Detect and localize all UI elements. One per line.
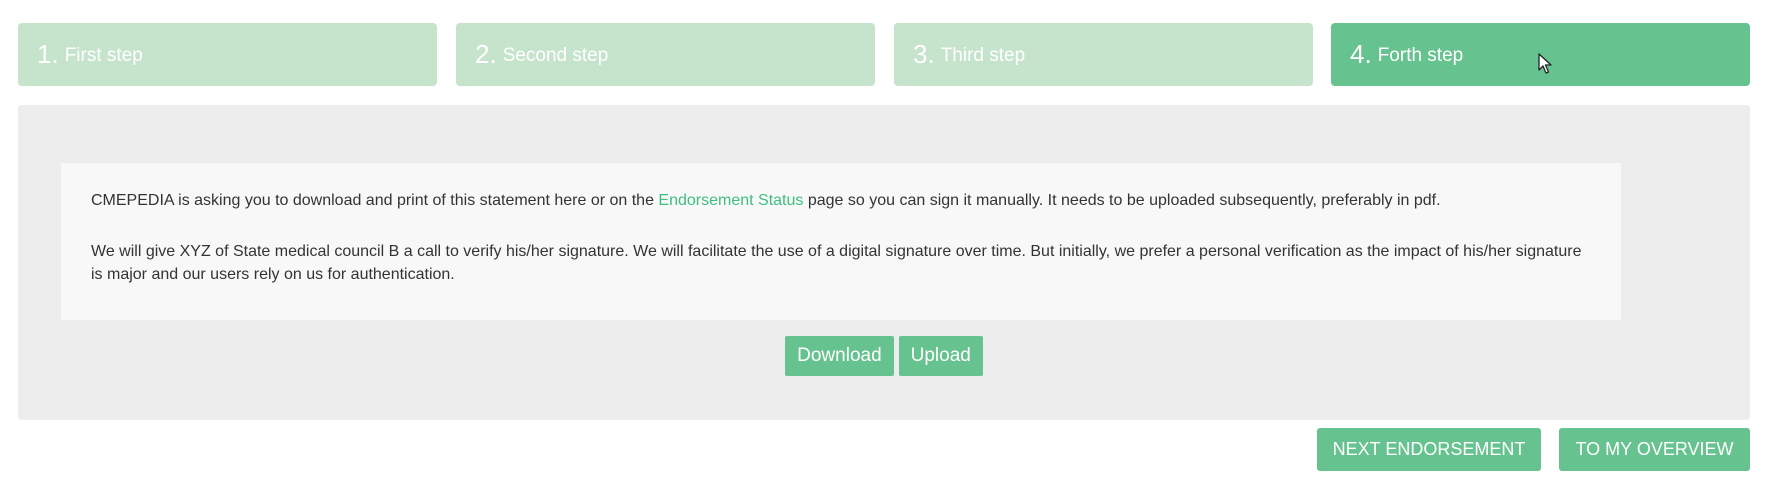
- step-number: 1.: [37, 39, 59, 69]
- step-label: Third step: [940, 45, 1026, 66]
- file-actions: Download Upload: [18, 336, 1750, 376]
- statement-paragraph-2: We will give XYZ of State medical counci…: [91, 243, 1582, 283]
- step-content-panel: CMEPEDIA is asking you to download and p…: [18, 105, 1750, 420]
- step-label: First step: [64, 45, 143, 66]
- next-endorsement-button[interactable]: NEXT ENDORSEMENT: [1317, 428, 1541, 471]
- upload-button[interactable]: Upload: [898, 336, 983, 376]
- step-number: 3.: [913, 39, 935, 69]
- step-1-tab[interactable]: 1. First step: [18, 23, 437, 86]
- statement-paragraph-1: CMEPEDIA is asking you to download and p…: [91, 192, 1441, 209]
- statement-card: CMEPEDIA is asking you to download and p…: [61, 163, 1621, 320]
- wizard-steps: 1. First step 2. Second step 3. Third st…: [18, 23, 1750, 86]
- to-my-overview-button[interactable]: TO MY OVERVIEW: [1559, 428, 1750, 471]
- step-3-tab[interactable]: 3. Third step: [894, 23, 1313, 86]
- endorsement-status-link[interactable]: Endorsement Status: [658, 192, 803, 209]
- step-2-tab[interactable]: 2. Second step: [456, 23, 875, 86]
- step-number: 2.: [475, 39, 497, 69]
- step-number: 4.: [1350, 39, 1372, 69]
- step-label: Forth step: [1377, 45, 1464, 66]
- download-button[interactable]: Download: [785, 336, 894, 376]
- mouse-pointer-icon: [1538, 53, 1552, 74]
- step-label: Second step: [502, 45, 609, 66]
